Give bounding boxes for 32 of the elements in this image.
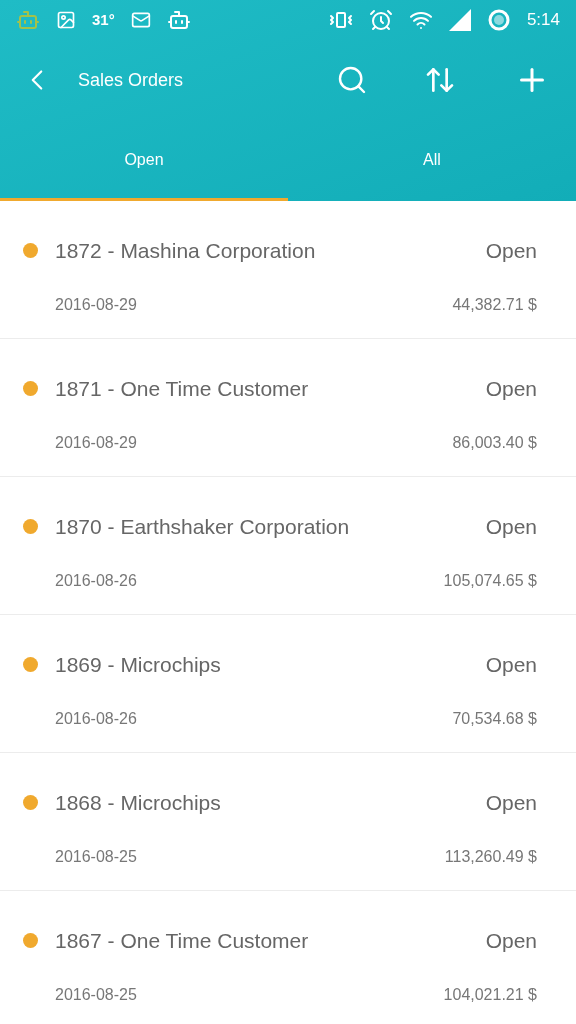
order-date: 2016-08-29 [55,294,137,315]
signal-icon [448,9,471,31]
order-title[interactable]: 1869 - Microchips [55,649,221,681]
order-status: Open [485,376,537,402]
order-status: Open [485,790,537,816]
alarm-icon [368,8,393,32]
order-title[interactable]: 1871 - One Time Customer [55,373,309,405]
order-status: Open [485,928,537,954]
order-date: 2016-08-29 [55,432,137,453]
order-title[interactable]: 1870 - Earthshaker Corporation [55,511,350,543]
order-status: Open [485,238,537,264]
order-amount: 104,021.21 $ [443,984,537,1005]
order-title[interactable]: 1872 - Mashina Corporation [55,235,316,267]
order-title[interactable]: 1868 - Microchips [55,787,221,819]
mail-icon [130,10,151,30]
order-date: 2016-08-26 [55,708,137,729]
order-title[interactable]: 1867 - One Time Customer [55,925,309,957]
search-icon [336,64,368,96]
screen-title: Sales Orders [78,68,184,92]
order-status: Open [485,652,537,678]
order-amount: 44,382.71 $ [452,294,537,315]
clock-time: 5:14 [526,9,560,32]
order-date: 2016-08-25 [55,846,137,867]
temperature: 31° [92,9,115,30]
order-status: Open [485,514,537,540]
order-date: 2016-08-25 [55,984,137,1005]
order-amount: 70,534.68 $ [452,708,537,729]
order-amount: 86,003.40 $ [452,432,537,453]
order-amount: 105,074.65 $ [443,570,537,591]
order-date: 2016-08-26 [55,570,137,591]
gallery-icon [56,10,76,30]
order-amount: 113,260.49 $ [444,846,537,867]
